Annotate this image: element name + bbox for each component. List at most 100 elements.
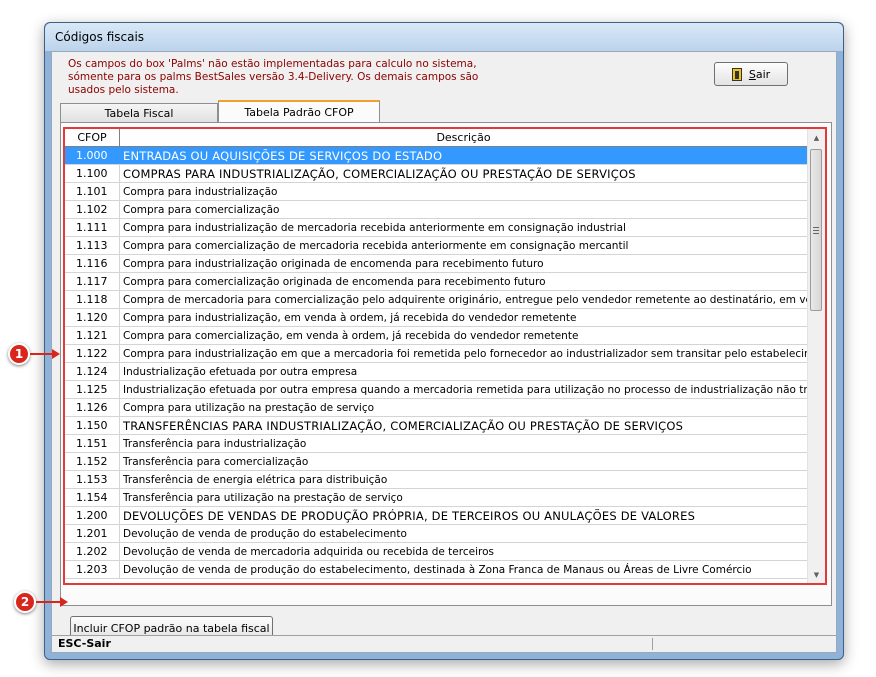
sair-button-label: Sair	[748, 67, 771, 81]
scroll-thumb[interactable]	[810, 149, 822, 311]
tab-tabela-padrao-cfop-label: Tabela Padrão CFOP	[244, 106, 354, 119]
descricao-cell[interactable]: Compra para industrialização originada d…	[120, 255, 807, 272]
table-row[interactable]: 1.116 Compra para industrialização origin…	[65, 255, 807, 273]
cfop-cell[interactable]: 1.124	[65, 363, 120, 380]
descricao-cell[interactable]: COMPRAS PARA INDUSTRIALIZAÇÃO, COMERCIAL…	[120, 165, 807, 182]
descricao-cell[interactable]: TRANSFERÊNCIAS PARA INDUSTRIALIZAÇÃO, CO…	[120, 417, 807, 434]
callout-2: 2	[14, 591, 36, 613]
descricao-cell[interactable]: Compra para industrialização de mercador…	[120, 219, 807, 236]
cfop-cell[interactable]: 1.152	[65, 453, 120, 470]
table-row[interactable]: 1.200 DEVOLUÇÕES DE VENDAS DE PRODUÇÃO PR…	[65, 507, 807, 525]
table-row[interactable]: 1.120 Compra para industrialização, em ve…	[65, 309, 807, 327]
table-row[interactable]: 1.152 Transferência para comercialização	[65, 453, 807, 471]
cfop-cell[interactable]: 1.116	[65, 255, 120, 272]
cfop-cell[interactable]: 1.200	[65, 507, 120, 524]
descricao-cell[interactable]: Compra para comercialização originada de…	[120, 273, 807, 290]
cfop-cell[interactable]: 1.151	[65, 435, 120, 452]
descricao-cell[interactable]: Transferência para utilização na prestaç…	[120, 489, 807, 506]
cfop-cell[interactable]: 1.201	[65, 525, 120, 542]
table-row[interactable]: 1.203 Devolução de venda de produção do e…	[65, 561, 807, 579]
cfop-cell[interactable]: 1.203	[65, 561, 120, 578]
vertical-scrollbar[interactable]: ▲ ▼	[807, 129, 825, 583]
table-row[interactable]: 1.113 Compra para comercialização de merc…	[65, 237, 807, 255]
tab-tabela-fiscal[interactable]: Tabela Fiscal	[60, 103, 218, 122]
title-bar: Códigos fiscais	[45, 23, 843, 51]
cfop-grid[interactable]: CFOP Descrição 1.000 ENTRADAS OU AQUISIÇÕ…	[63, 127, 827, 585]
table-row[interactable]: 1.122 Compra para industrialização em que…	[65, 345, 807, 363]
descricao-cell[interactable]: Transferência para comercialização	[120, 453, 807, 470]
callout-1: 1	[8, 343, 30, 365]
incluir-cfop-button-label: Incluir CFOP padrão na tabela fiscal	[73, 621, 270, 635]
descricao-cell[interactable]: DEVOLUÇÕES DE VENDAS DE PRODUÇÃO PRÓPRIA…	[120, 507, 807, 524]
callout-2-arrow	[36, 601, 60, 603]
column-header-descricao[interactable]: Descrição	[120, 129, 807, 146]
table-row[interactable]: 1.102 Compra para comercialização	[65, 201, 807, 219]
column-header-cfop[interactable]: CFOP	[65, 129, 120, 146]
tab-tabela-padrao-cfop[interactable]: Tabela Padrão CFOP	[218, 100, 380, 123]
notice-line-3: usados pelo sistema.	[68, 84, 179, 96]
table-row[interactable]: 1.100 COMPRAS PARA INDUSTRIALIZAÇÃO, COME…	[65, 165, 807, 183]
grid-header: CFOP Descrição	[65, 129, 807, 147]
descricao-cell[interactable]: Compra para comercialização de mercadori…	[120, 237, 807, 254]
cfop-cell[interactable]: 1.153	[65, 471, 120, 488]
callout-2-arrowhead-icon	[60, 597, 68, 607]
cfop-cell[interactable]: 1.125	[65, 381, 120, 398]
cfop-cell[interactable]: 1.120	[65, 309, 120, 326]
descricao-cell[interactable]: Compra para industrialização, em venda à…	[120, 309, 807, 326]
status-text: ESC-Sair	[58, 637, 111, 650]
status-separator	[652, 638, 653, 650]
cfop-cell[interactable]: 1.118	[65, 291, 120, 308]
descricao-cell[interactable]: ENTRADAS OU AQUISIÇÕES DE SERVIÇOS DO ES…	[120, 147, 807, 164]
cfop-cell[interactable]: 1.101	[65, 183, 120, 200]
cfop-cell[interactable]: 1.113	[65, 237, 120, 254]
descricao-cell[interactable]: Compra para comercialização, em venda à …	[120, 327, 807, 344]
cfop-cell[interactable]: 1.150	[65, 417, 120, 434]
cfop-cell[interactable]: 1.100	[65, 165, 120, 182]
table-row[interactable]: 1.121 Compra para comercialização, em ven…	[65, 327, 807, 345]
table-row[interactable]: 1.154 Transferência para utilização na pr…	[65, 489, 807, 507]
descricao-cell[interactable]: Devolução de venda de mercadoria adquiri…	[120, 543, 807, 560]
cfop-cell[interactable]: 1.121	[65, 327, 120, 344]
descricao-cell[interactable]: Devolução de venda de produção do estabe…	[120, 561, 807, 578]
descricao-cell[interactable]: Transferência para industrialização	[120, 435, 807, 452]
cfop-cell[interactable]: 1.154	[65, 489, 120, 506]
table-row[interactable]: 1.125 Industrialização efetuada por outra…	[65, 381, 807, 399]
table-row[interactable]: 1.150 TRANSFERÊNCIAS PARA INDUSTRIALIZAÇÃ…	[65, 417, 807, 435]
cfop-cell[interactable]: 1.000	[65, 147, 120, 164]
table-row[interactable]: 1.201 Devolução de venda de produção do e…	[65, 525, 807, 543]
descricao-cell[interactable]: Compra de mercadoria para comercializaçã…	[120, 291, 807, 308]
cfop-cell[interactable]: 1.111	[65, 219, 120, 236]
scroll-grip-icon	[813, 226, 819, 234]
descricao-cell[interactable]: Compra para utilização na prestação de s…	[120, 399, 807, 416]
scroll-up-arrow-icon[interactable]: ▲	[808, 129, 825, 146]
cfop-cell[interactable]: 1.102	[65, 201, 120, 218]
window-title: Códigos fiscais	[55, 30, 145, 44]
descricao-cell[interactable]: Transferência de energia elétrica para d…	[120, 471, 807, 488]
descricao-cell[interactable]: Compra para industrialização	[120, 183, 807, 200]
callout-1-arrowhead-icon	[52, 349, 60, 359]
cfop-cell[interactable]: 1.122	[65, 345, 120, 362]
grid-rows: 1.000 ENTRADAS OU AQUISIÇÕES DE SERVIÇOS …	[65, 147, 807, 579]
cfop-cell[interactable]: 1.126	[65, 399, 120, 416]
palms-notice: Os campos do box 'Palms' não estão imple…	[68, 58, 488, 97]
descricao-cell[interactable]: Industrialização efetuada por outra empr…	[120, 381, 807, 398]
table-row[interactable]: 1.202 Devolução de venda de mercadoria ad…	[65, 543, 807, 561]
descricao-cell[interactable]: Industrialização efetuada por outra empr…	[120, 363, 807, 380]
table-row[interactable]: 1.126 Compra para utilização na prestação…	[65, 399, 807, 417]
table-row[interactable]: 1.101 Compra para industrialização	[65, 183, 807, 201]
scroll-down-arrow-icon[interactable]: ▼	[808, 566, 825, 583]
cfop-cell[interactable]: 1.202	[65, 543, 120, 560]
table-row[interactable]: 1.000 ENTRADAS OU AQUISIÇÕES DE SERVIÇOS …	[65, 147, 807, 165]
table-row[interactable]: 1.151 Transferência para industrialização	[65, 435, 807, 453]
descricao-cell[interactable]: Compra para industrialização em que a me…	[120, 345, 807, 362]
descricao-cell[interactable]: Compra para comercialização	[120, 201, 807, 218]
table-row[interactable]: 1.111 Compra para industrialização de mer…	[65, 219, 807, 237]
notice-line-2: sómente para os palms BestSales versão 3…	[68, 71, 479, 83]
table-row[interactable]: 1.118 Compra de mercadoria para comercial…	[65, 291, 807, 309]
table-row[interactable]: 1.153 Transferência de energia elétrica p…	[65, 471, 807, 489]
cfop-cell[interactable]: 1.117	[65, 273, 120, 290]
table-row[interactable]: 1.117 Compra para comercialização origina…	[65, 273, 807, 291]
table-row[interactable]: 1.124 Industrialização efetuada por outra…	[65, 363, 807, 381]
descricao-cell[interactable]: Devolução de venda de produção do estabe…	[120, 525, 807, 542]
sair-button[interactable]: Sair	[714, 62, 788, 86]
